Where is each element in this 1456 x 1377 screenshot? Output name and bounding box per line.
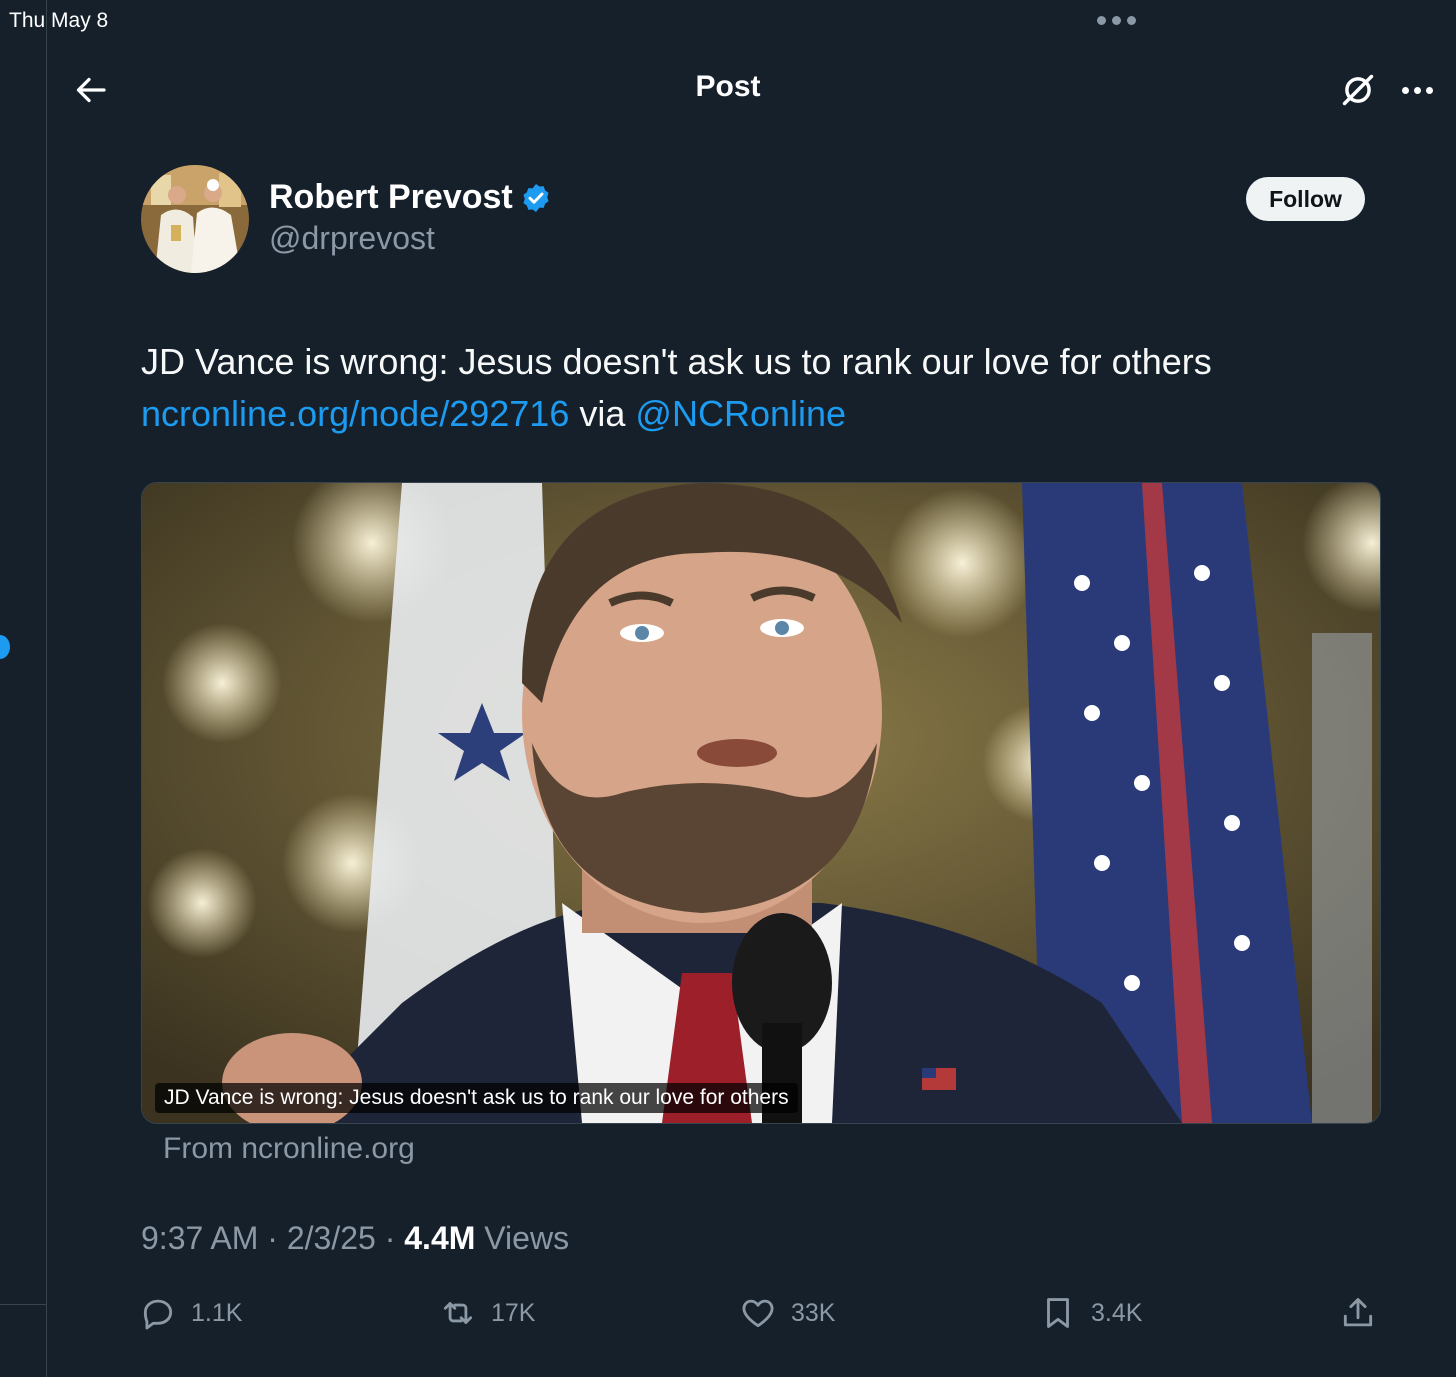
repost-count: 17K — [491, 1298, 536, 1327]
tweet-text: JD Vance is wrong: Jesus doesn't ask us … — [141, 336, 1341, 440]
avatar[interactable] — [141, 165, 249, 273]
author-handle[interactable]: @drprevost — [269, 220, 435, 257]
card-caption: JD Vance is wrong: Jesus doesn't ask us … — [155, 1083, 798, 1113]
bookmark-icon — [1047, 1298, 1069, 1328]
tweet-time[interactable]: 9:37 AM — [141, 1220, 258, 1256]
reply-button[interactable]: 1.1K — [139, 1290, 242, 1336]
page-title: Post — [695, 70, 761, 103]
card-source[interactable]: From ncronline.org — [163, 1132, 415, 1166]
heart-icon — [742, 1299, 774, 1328]
link-preview-card[interactable]: JD Vance is wrong: Jesus doesn't ask us … — [141, 482, 1381, 1124]
author-display-name[interactable]: Robert Prevost — [269, 178, 513, 217]
follow-button[interactable]: Follow — [1246, 177, 1365, 221]
reply-count: 1.1K — [191, 1298, 243, 1327]
back-button[interactable] — [72, 70, 112, 110]
views-label: Views — [484, 1220, 570, 1256]
left-sidebar-rail — [0, 0, 47, 1377]
tweet-mention[interactable]: @NCRonline — [635, 393, 846, 434]
multitasking-dots-icon[interactable] — [1097, 16, 1136, 25]
tweet-body: JD Vance is wrong: Jesus doesn't ask us … — [141, 341, 1212, 382]
meta-separator: · — [267, 1220, 278, 1256]
card-image — [142, 483, 1380, 1123]
grok-button[interactable] — [1336, 68, 1380, 112]
repost-button[interactable]: 17K — [439, 1290, 535, 1336]
repost-icon — [443, 1302, 473, 1324]
verified-badge-icon — [523, 184, 549, 212]
like-count: 33K — [791, 1298, 836, 1327]
tweet-link[interactable]: ncronline.org/node/292716 — [141, 393, 569, 434]
views-count: 4.4M — [404, 1220, 476, 1256]
rail-divider — [0, 1304, 46, 1305]
tweet-meta: 9:37 AM · 2/3/25 · 4.4M Views — [141, 1220, 569, 1257]
reply-icon — [143, 1299, 173, 1330]
share-button[interactable] — [1339, 1290, 1377, 1336]
bookmark-button[interactable]: 3.4K — [1039, 1290, 1142, 1336]
bookmark-count: 3.4K — [1091, 1298, 1143, 1327]
grok-icon — [1342, 74, 1374, 106]
more-dot-icon — [1401, 86, 1409, 94]
avatar-image — [141, 165, 249, 273]
more-dot-icon — [1413, 86, 1421, 94]
arrow-left-icon — [76, 77, 106, 103]
share-icon — [1343, 1298, 1373, 1327]
tweet-date[interactable]: 2/3/25 — [287, 1220, 376, 1256]
more-options-button[interactable] — [1396, 70, 1438, 110]
like-button[interactable]: 33K — [739, 1290, 835, 1336]
more-dot-icon — [1425, 86, 1433, 94]
meta-separator: · — [384, 1220, 396, 1256]
tweet-via: via — [579, 393, 626, 434]
